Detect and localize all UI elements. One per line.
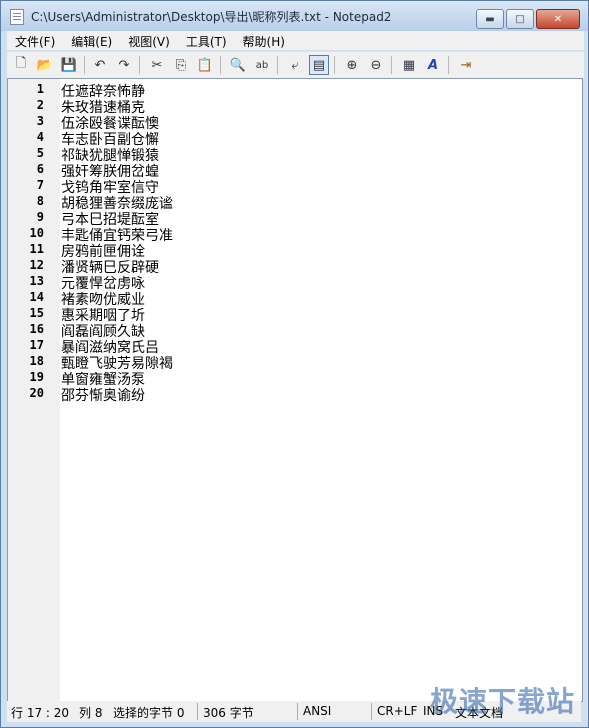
- line-number: 15: [29, 306, 44, 320]
- exit-icon[interactable]: ⇥: [456, 55, 476, 75]
- font-icon[interactable]: A: [423, 55, 443, 75]
- close-button[interactable]: ✕: [536, 9, 580, 29]
- redo-icon[interactable]: ↷: [114, 55, 134, 75]
- scheme-icon[interactable]: ▦: [399, 55, 419, 75]
- minimize-button[interactable]: ▬: [476, 9, 504, 29]
- menu-view[interactable]: 视图(V): [120, 31, 178, 50]
- line-number: 4: [36, 130, 44, 144]
- cut-icon[interactable]: ✂: [147, 55, 167, 75]
- status-position: 行 17 : 20: [11, 706, 70, 720]
- line-number: 14: [29, 290, 44, 304]
- status-divider: [297, 703, 298, 720]
- line-number: 13: [29, 274, 44, 288]
- line-number: 10: [29, 226, 44, 240]
- toolbar: 🗋 📂 💾 ↶ ↷ ✂ ⎘ 📋 🔍 ab ⤶ ▤ ⊕ ⊖ ▦ A ⇥: [7, 51, 584, 78]
- new-file-icon[interactable]: 🗋: [11, 55, 31, 75]
- zoom-in-icon[interactable]: ⊕: [342, 55, 362, 75]
- menu-bar: 文件(F) 编辑(E) 视图(V) 工具(T) 帮助(H): [7, 31, 584, 50]
- status-line-ending[interactable]: CR+LF: [377, 704, 417, 718]
- copy-icon[interactable]: ⎘: [171, 55, 191, 75]
- notepad2-window: C:\Users\Administrator\Desktop\导出\昵称列表.t…: [0, 0, 589, 728]
- save-icon[interactable]: 💾: [59, 55, 79, 75]
- line-number: 20: [29, 386, 44, 400]
- maximize-button[interactable]: □: [506, 9, 534, 29]
- line-number: 8: [36, 194, 44, 208]
- wrap-toggle-icon[interactable]: ▤: [309, 55, 329, 75]
- document-icon: [10, 9, 24, 25]
- line-number: 18: [29, 354, 44, 368]
- menu-tools[interactable]: 工具(T): [178, 31, 235, 50]
- watermark-logo: 极速下载站: [429, 685, 575, 718]
- toolbar-separator: [391, 56, 392, 74]
- line-number: 5: [36, 146, 44, 160]
- status-selection: 选择的字节 0: [113, 706, 185, 720]
- text-editor[interactable]: 1 任遮辞奈怖静 2 朱玫猎速桶克 3 伍涂殴餐谍酝懊 4 车志卧百副仓懈 5 祁缺犹腿惮锻猿 6 强…: [7, 78, 583, 702]
- line-number: 12: [29, 258, 44, 272]
- window-controls: ▬ □ ✕: [476, 9, 580, 29]
- replace-icon[interactable]: ab: [252, 55, 272, 75]
- menu-file[interactable]: 文件(F): [7, 31, 63, 50]
- menu-help[interactable]: 帮助(H): [235, 31, 293, 50]
- status-encoding[interactable]: ANSI: [303, 704, 331, 718]
- line-number: 3: [36, 114, 44, 128]
- line-number: 17: [29, 338, 44, 352]
- toolbar-separator: [220, 56, 221, 74]
- toolbar-separator: [277, 56, 278, 74]
- word-wrap-icon[interactable]: ⤶: [285, 55, 305, 75]
- find-icon[interactable]: 🔍: [228, 55, 248, 75]
- zoom-out-icon[interactable]: ⊖: [366, 55, 386, 75]
- status-divider: [371, 703, 372, 720]
- line-number: 2: [36, 98, 44, 112]
- line-number: 6: [36, 162, 44, 176]
- title-bar[interactable]: C:\Users\Administrator\Desktop\导出\昵称列表.t…: [1, 1, 588, 31]
- toolbar-separator: [448, 56, 449, 74]
- undo-icon[interactable]: ↶: [90, 55, 110, 75]
- status-column: 列 8: [79, 706, 103, 720]
- text-line[interactable]: 邵芬惭奥谕纷: [61, 385, 145, 405]
- toolbar-separator: [139, 56, 140, 74]
- status-divider: [197, 703, 198, 720]
- line-number: 7: [36, 178, 44, 192]
- toolbar-separator: [84, 56, 85, 74]
- menu-edit[interactable]: 编辑(E): [63, 31, 120, 50]
- line-number: 11: [29, 242, 44, 256]
- toolbar-separator: [334, 56, 335, 74]
- line-number: 9: [36, 210, 44, 224]
- line-number: 1: [36, 82, 44, 96]
- line-number: 19: [29, 370, 44, 384]
- open-folder-icon[interactable]: 📂: [35, 55, 55, 75]
- window-title: C:\Users\Administrator\Desktop\导出\昵称列表.t…: [31, 10, 392, 24]
- line-number: 16: [29, 322, 44, 336]
- status-size: 306 字节: [203, 706, 254, 720]
- paste-icon[interactable]: 📋: [195, 55, 215, 75]
